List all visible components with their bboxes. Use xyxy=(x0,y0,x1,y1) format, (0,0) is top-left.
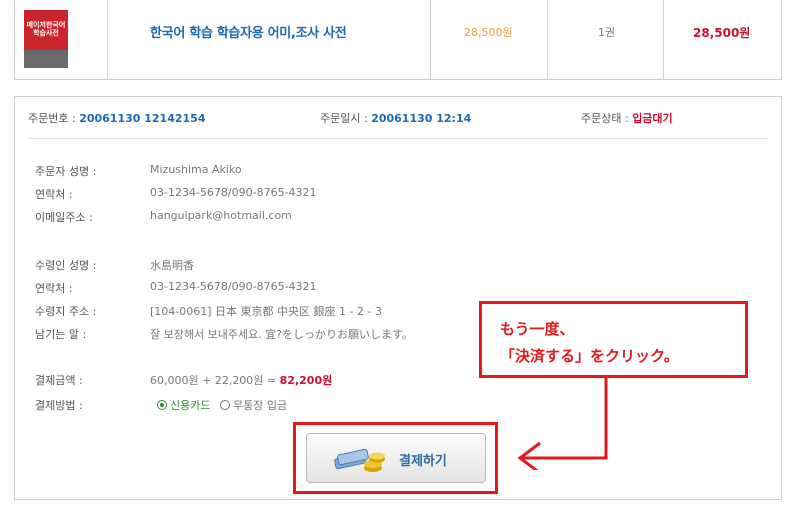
money-stack-icon xyxy=(334,448,385,472)
radio-unselected-icon[interactable] xyxy=(219,400,230,410)
product-quantity: 1권 xyxy=(598,26,616,39)
payment-method-card-label: 신용카드 xyxy=(170,399,211,412)
orderer-email-value: hangulpark@hotmail.com xyxy=(150,209,292,222)
order-date-value: 20061130 12:14 xyxy=(371,112,472,125)
product-price: 28,500원 xyxy=(464,26,513,39)
radio-selected-icon[interactable] xyxy=(157,400,167,410)
orderer-contact-value: 03-1234-5678/090-8765-4321 xyxy=(150,186,317,199)
payment-method-label: 결제방법 : xyxy=(35,399,83,412)
recipient-name-value: 水島明香 xyxy=(150,259,194,272)
payment-method-options: 신용카드 무통장 입금 xyxy=(157,397,287,413)
annotation-text-line1: もう一度、 xyxy=(500,320,575,338)
payment-amount-label: 결제금액 : xyxy=(35,374,83,387)
book-cover-image[interactable]: 메이저한국어 학습사전 xyxy=(24,10,68,68)
annotation-text-line2: 「決済する」をクリック。 xyxy=(500,347,679,365)
recipient-message-value: 잘 보장해서 보내주세요. 宜?をしっかりお願いします。 xyxy=(150,328,413,341)
product-name-link[interactable]: 한국어 학습 학습자용 어미,조사 사전 xyxy=(150,22,347,41)
pay-button[interactable]: 결제하기 xyxy=(306,433,486,483)
recipient-contact-label: 연락처 : xyxy=(35,282,73,295)
book-cover-title: 메이저한국어 학습사전 xyxy=(26,21,66,37)
pay-button-label: 결제하기 xyxy=(399,454,447,469)
recipient-name-label: 수령인 성명 : xyxy=(35,259,97,272)
column-divider xyxy=(430,0,431,79)
recipient-address-label: 수령지 주소 : xyxy=(35,305,97,318)
product-row xyxy=(14,0,782,80)
order-status-label: 주문상태 : xyxy=(581,112,629,125)
payment-amount-total: 82,200원 xyxy=(279,374,333,387)
order-status: 주문상태 : 입금대기 xyxy=(581,110,673,126)
column-divider xyxy=(547,0,548,79)
divider xyxy=(28,138,768,139)
book-cover-band xyxy=(24,50,68,68)
column-divider xyxy=(107,0,108,79)
orderer-name-value: Mizushima Akiko xyxy=(150,163,242,176)
annotation-callout xyxy=(479,301,748,378)
order-date-label: 주문일시 : xyxy=(320,112,368,125)
order-status-value: 입금대기 xyxy=(632,112,673,125)
recipient-address-value: [104-0061] 日本 東京都 中央区 銀座 1 - 2 - 3 xyxy=(150,305,382,318)
payment-method-bank-transfer[interactable]: 무통장 입금 xyxy=(219,399,288,412)
payment-method-card[interactable]: 신용카드 xyxy=(157,399,214,412)
payment-method-bank-label: 무통장 입금 xyxy=(232,399,288,412)
orderer-contact-label: 연락처 : xyxy=(35,188,73,201)
payment-amount-formula: 60,000원 + 22,200원 = xyxy=(150,374,277,387)
order-date: 주문일시 : 20061130 12:14 xyxy=(320,110,471,126)
order-number-label: 주문번호 : xyxy=(28,112,76,125)
annotation-arrow-icon xyxy=(517,375,608,470)
recipient-contact-value: 03-1234-5678/090-8765-4321 xyxy=(150,280,317,293)
column-divider xyxy=(663,0,664,79)
order-number: 주문번호 : 20061130 12142154 xyxy=(28,110,205,126)
order-number-value: 20061130 12142154 xyxy=(79,112,206,125)
recipient-message-label: 남기는 말 : xyxy=(35,328,87,341)
payment-amount: 60,000원 + 22,200원 = 82,200원 xyxy=(150,372,332,388)
orderer-name-label: 주문자 성명 : xyxy=(35,165,97,178)
product-total: 28,500원 xyxy=(693,26,751,40)
orderer-email-label: 이메일주소 : xyxy=(35,211,93,224)
